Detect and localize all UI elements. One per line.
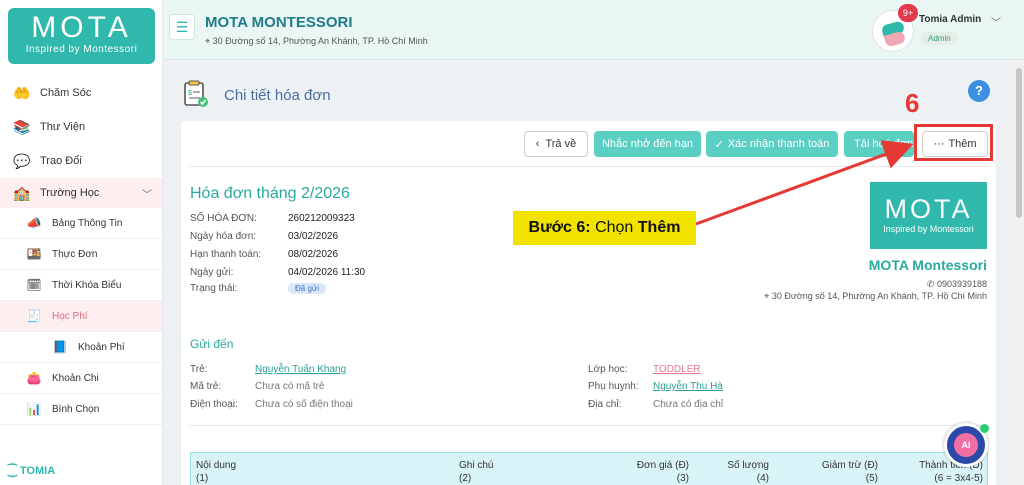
- hamburger-icon: ☰: [175, 18, 189, 35]
- care-icon: 🤲: [13, 84, 31, 101]
- user-role-badge: Admin: [921, 32, 958, 45]
- school-card-name: MOTA Montessori: [868, 257, 987, 273]
- table-header-cell: Số lượng (4): [727, 460, 769, 484]
- sidebar-item-label: Trường Học: [40, 187, 100, 199]
- expense-icon: 👛: [26, 371, 42, 385]
- fee-table-header: Nội dung (1) Ghi chú (2) Đơn giá (Đ) (3) Số…: [190, 452, 988, 485]
- hamburger-menu-button[interactable]: ☰: [169, 14, 195, 40]
- tomia-brand: ⁐ TOMIA: [8, 465, 56, 477]
- recipient-phone: Điện thoại: Chưa có số điện thoại: [190, 399, 353, 410]
- school-card-phone: ✆ 0903939188: [926, 279, 987, 289]
- invoice-field: Hạn thanh toán: 08/02/2026: [190, 249, 339, 260]
- ai-assistant-button[interactable]: AI: [944, 423, 989, 467]
- recipient-section-title: Gửi đến: [190, 337, 234, 351]
- sidebar-subitem-label: Thời Khóa Biểu: [52, 279, 122, 291]
- sidebar-subitem-khoan-chi[interactable]: 👛 Khoản Chi: [0, 363, 162, 394]
- sidebar-subitem-thoi-khoa-bieu[interactable]: 🗓 Thời Khóa Biểu: [0, 270, 162, 301]
- sidebar-subitem-binh-chon[interactable]: 📊 Bình Chọn: [0, 394, 162, 425]
- help-button[interactable]: ?: [968, 80, 990, 102]
- sidebar-subitem-label: Khoản Phí: [78, 341, 125, 353]
- step-number-annotation: 6: [905, 88, 920, 118]
- invoice-field: Ngày gửi: 04/02/2026 11:30: [190, 267, 366, 278]
- sidebar-nav: 🤲 Chăm Sóc 📚 Thư Viện 💬 Trao Đổi 🏫 Trườn…: [0, 76, 162, 425]
- sidebar-subitem-hoc-phi[interactable]: 🧾 Học Phí: [0, 301, 162, 332]
- remind-due-button[interactable]: Nhắc nhở đến hạn: [594, 131, 701, 157]
- invoice-field: SỐ HÓA ĐƠN: 260212009323: [190, 213, 355, 224]
- online-status-dot: [980, 424, 989, 433]
- divider: [189, 425, 989, 426]
- tuition-icon: 🧾: [26, 309, 42, 323]
- sidebar-subitem-label: Khoản Chi: [52, 372, 99, 384]
- recipient-student: Trẻ: Nguyễn Tuấn Khang: [190, 364, 347, 375]
- ai-icon: AI: [954, 433, 978, 457]
- vote-icon: 📊: [26, 402, 42, 416]
- invoice-status: Trạng thái: Đã gửi: [190, 283, 327, 294]
- school-address: ⌖ 30 Đường số 14, Phường An Khánh, TP. H…: [205, 36, 428, 46]
- sidebar-subitem-label: Thực Đơn: [52, 248, 98, 260]
- location-icon: ⌖: [764, 291, 772, 301]
- scrollbar-thumb[interactable]: [1016, 68, 1022, 218]
- school-icon: 🏫: [13, 184, 31, 201]
- sidebar-subitem-label: Bảng Thông Tin: [52, 217, 123, 229]
- status-badge: Đã gửi: [288, 283, 327, 294]
- sidebar-item-truong-hoc[interactable]: 🏫 Trường Học ﹀: [0, 178, 162, 208]
- invoice-icon: $: [182, 80, 210, 108]
- chevron-down-icon[interactable]: ﹀: [991, 14, 1001, 29]
- timetable-icon: 🗓: [26, 278, 42, 292]
- arrow-annotation: [695, 140, 914, 226]
- sidebar-item-label: Thư Viện: [40, 121, 86, 133]
- logo-tagline: Inspired by Montessori: [25, 44, 138, 55]
- notification-badge[interactable]: 9+: [898, 4, 918, 22]
- sidebar-subitem-label: Bình Chọn: [52, 403, 100, 415]
- chevron-left-icon: ‹: [535, 138, 540, 150]
- sidebar-subitem-label: Học Phí: [52, 310, 88, 322]
- school-card-address: ⌖ 30 Đường số 14, Phường An Khánh, TP. H…: [764, 291, 987, 301]
- page-title: Chi tiết hóa đơn: [224, 87, 331, 104]
- parent-link[interactable]: Nguyễn Thu Hà: [653, 381, 723, 392]
- chat-icon: 💬: [13, 152, 31, 169]
- brand-logo[interactable]: MOTA Inspired by Montessori: [8, 8, 155, 64]
- sidebar-item-trao-doi[interactable]: 💬 Trao Đổi: [0, 144, 162, 178]
- library-icon: 📚: [13, 118, 31, 135]
- table-header-cell: Giảm trừ (Đ) (5): [821, 460, 878, 484]
- recipient-address: Địa chỉ: Chưa có địa chỉ: [588, 399, 724, 410]
- step-instruction-annotation: Bước 6: Chọn Thêm: [513, 211, 696, 245]
- tomia-logo-icon: ⁐: [8, 465, 20, 477]
- invoice-title: Hóa đơn tháng 2/2026: [190, 185, 350, 202]
- sidebar-item-label: Chăm Sóc: [40, 87, 92, 99]
- sidebar: MOTA Inspired by Montessori 🤲 Chăm Sóc 📚…: [0, 0, 163, 485]
- recipient-code: Mã trẻ: Chưa có mã trẻ: [190, 381, 325, 392]
- table-header-cell: Nội dung (1): [196, 460, 237, 484]
- top-header: ☰ MOTA MONTESSORI ⌖ 30 Đường số 14, Phườ…: [163, 0, 1024, 60]
- sidebar-item-thu-vien[interactable]: 📚 Thư Viện: [0, 110, 162, 144]
- table-header-cell: Ghi chú (2): [459, 460, 494, 484]
- class-link[interactable]: TODDLER: [653, 364, 701, 375]
- phone-icon: ✆: [926, 279, 937, 289]
- sidebar-subitem-bang-thong-tin[interactable]: 📣 Bảng Thông Tin: [0, 208, 162, 239]
- logo-text: MOTA: [31, 11, 132, 44]
- location-icon: ⌖: [205, 36, 213, 46]
- table-header-cell: Đơn giá (Đ) (3): [636, 460, 689, 484]
- recipient-parent: Phụ huynh: Nguyễn Thu Hà: [588, 381, 723, 392]
- page-scrollbar[interactable]: [1014, 60, 1024, 485]
- megaphone-icon: 📣: [26, 216, 42, 230]
- recipient-class: Lớp học: TODDLER: [588, 364, 701, 375]
- svg-text:$: $: [188, 90, 192, 97]
- chevron-down-icon: ﹀: [142, 189, 152, 201]
- sidebar-subitem-thuc-don[interactable]: 🍱 Thực Đơn: [0, 239, 162, 270]
- invoice-field: Ngày hóa đơn: 03/02/2026: [190, 231, 339, 242]
- sidebar-item-cham-soc[interactable]: 🤲 Chăm Sóc: [0, 76, 162, 110]
- student-link[interactable]: Nguyễn Tuấn Khang: [255, 364, 346, 375]
- school-name: MOTA MONTESSORI: [205, 14, 353, 31]
- sidebar-item-label: Trao Đổi: [40, 155, 82, 167]
- back-button[interactable]: ‹ Trả về: [524, 131, 588, 157]
- user-name[interactable]: Tomia Admin: [919, 14, 981, 25]
- sidebar-subitem-khoan-phi[interactable]: 📘 Khoản Phí: [0, 332, 162, 363]
- menu-food-icon: 🍱: [26, 247, 42, 261]
- fee-item-icon: 📘: [52, 340, 68, 354]
